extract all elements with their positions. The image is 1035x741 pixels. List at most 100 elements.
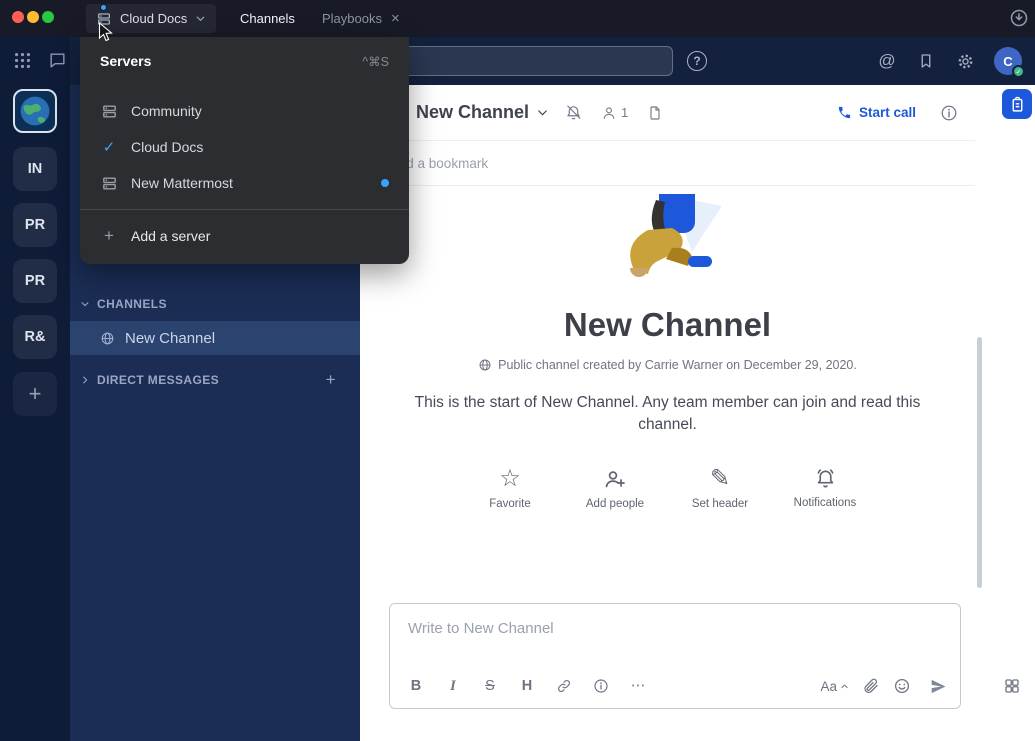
notifications-label: Notifications bbox=[794, 497, 857, 509]
attachment-paperclip-icon[interactable] bbox=[862, 677, 880, 695]
message-input[interactable] bbox=[396, 610, 936, 647]
avatar-initial: C bbox=[1003, 54, 1012, 69]
help-icon[interactable]: ? bbox=[687, 51, 707, 71]
playbooks-app-icon[interactable] bbox=[1002, 89, 1032, 119]
main-content: New Channel 1 bbox=[360, 85, 975, 741]
server-menu-item-cloud-docs[interactable]: ✓ Cloud Docs bbox=[80, 129, 409, 165]
channel-files-icon[interactable] bbox=[647, 105, 663, 121]
server-menu-item-community[interactable]: Community bbox=[80, 93, 409, 129]
apps-bar bbox=[975, 85, 1035, 741]
link-icon[interactable] bbox=[550, 672, 578, 700]
menu-divider bbox=[80, 209, 409, 210]
italic-icon[interactable]: I bbox=[439, 672, 467, 700]
search-box[interactable] bbox=[378, 46, 673, 76]
channel-intro-description: This is the start of New Channel. Any te… bbox=[395, 392, 940, 437]
at-glyph: @ bbox=[878, 51, 895, 71]
add-people-label: Add people bbox=[586, 498, 644, 510]
team-button[interactable]: PR bbox=[13, 259, 57, 303]
user-avatar[interactable]: C ✓ bbox=[994, 47, 1022, 75]
minimize-window-button[interactable] bbox=[27, 11, 39, 23]
window-titlebar: Cloud Docs Channels Playbooks × bbox=[0, 0, 1035, 37]
server-unread-dot bbox=[100, 4, 107, 11]
sidebar-item-new-channel[interactable]: New Channel bbox=[70, 321, 360, 355]
notifications-button[interactable]: Notifications bbox=[773, 467, 878, 510]
team-sidebar-top-icons bbox=[13, 51, 67, 70]
dm-category-label: DIRECT MESSAGES bbox=[97, 373, 219, 387]
text-format-icon[interactable]: Aa bbox=[820, 679, 849, 694]
server-item-label: Community bbox=[131, 103, 202, 119]
tab-channels[interactable]: Channels bbox=[240, 0, 295, 37]
add-direct-message-button[interactable]: + bbox=[326, 370, 336, 390]
settings-gear-icon[interactable] bbox=[951, 47, 979, 75]
team-sidebar: IN PR PR R& + bbox=[0, 37, 70, 741]
chevron-down-icon bbox=[80, 299, 90, 309]
start-call-button[interactable]: Start call bbox=[837, 105, 916, 120]
channels-category-label: CHANNELS bbox=[97, 297, 167, 311]
mentions-icon[interactable]: @ bbox=[873, 47, 901, 75]
team-button-active[interactable] bbox=[13, 89, 57, 133]
channel-name-label: New Channel bbox=[125, 330, 215, 347]
team-button[interactable]: IN bbox=[13, 147, 57, 191]
close-tab-icon[interactable]: × bbox=[391, 11, 400, 26]
set-header-button[interactable]: ✎ Set header bbox=[668, 467, 773, 510]
bold-icon[interactable]: B bbox=[402, 672, 430, 700]
server-menu-item-new-mattermost[interactable]: New Mattermost bbox=[80, 165, 409, 201]
apps-grid-icon[interactable] bbox=[13, 51, 32, 70]
channel-intro: New Channel Public channel created by Ca… bbox=[360, 186, 975, 510]
star-icon: ☆ bbox=[499, 467, 521, 491]
saved-posts-icon[interactable] bbox=[912, 47, 940, 75]
info-circle-icon[interactable] bbox=[587, 672, 615, 700]
add-server-button[interactable]: + Add a server bbox=[80, 218, 409, 254]
team-button[interactable]: R& bbox=[13, 315, 57, 359]
channels-category-header[interactable]: CHANNELS bbox=[70, 289, 360, 319]
member-count: 1 bbox=[621, 105, 628, 120]
download-update-icon[interactable] bbox=[1009, 8, 1029, 31]
app-grid-icon[interactable] bbox=[1003, 677, 1021, 698]
mute-bell-icon[interactable] bbox=[565, 104, 582, 121]
heading-icon[interactable]: H bbox=[513, 672, 541, 700]
add-team-button[interactable]: + bbox=[13, 372, 57, 416]
channel-members-button[interactable]: 1 bbox=[601, 105, 628, 121]
team-button[interactable]: PR bbox=[13, 203, 57, 247]
channel-created-text: Public channel created by Carrie Warner … bbox=[498, 358, 857, 372]
direct-messages-category-header[interactable]: DIRECT MESSAGES + bbox=[70, 365, 360, 395]
server-menu-header: Servers ^⌘S bbox=[80, 37, 409, 79]
channel-title-menu[interactable]: New Channel bbox=[416, 102, 549, 123]
add-people-button[interactable]: Add people bbox=[563, 467, 668, 510]
server-item-label: New Mattermost bbox=[131, 175, 233, 191]
phone-icon bbox=[837, 105, 852, 120]
bookmark-bar[interactable]: + Add a bookmark bbox=[360, 142, 975, 186]
more-options-icon[interactable]: ⋯ bbox=[624, 672, 652, 700]
chevron-right-icon bbox=[80, 375, 90, 385]
tab-playbooks[interactable]: Playbooks × bbox=[322, 0, 400, 37]
plus-icon: + bbox=[29, 381, 42, 407]
channel-info-icon[interactable] bbox=[940, 104, 958, 122]
server-item-label: Cloud Docs bbox=[131, 139, 203, 155]
server-menu-shortcut: ^⌘S bbox=[362, 54, 389, 69]
chevron-down-icon bbox=[195, 13, 206, 24]
favorite-button[interactable]: ☆ Favorite bbox=[458, 467, 563, 510]
chat-bubble-icon[interactable] bbox=[48, 51, 67, 70]
check-icon: ✓ bbox=[100, 138, 118, 156]
tab-channels-label: Channels bbox=[240, 11, 295, 26]
server-icon bbox=[100, 175, 118, 192]
search-input[interactable] bbox=[379, 47, 672, 75]
close-window-button[interactable] bbox=[12, 11, 24, 23]
team-initials: PR bbox=[25, 217, 45, 233]
app-window: Cloud Docs Channels Playbooks × bbox=[0, 0, 1035, 741]
channel-intro-actions: ☆ Favorite Add people ✎ Set header bbox=[360, 467, 975, 510]
server-icon bbox=[100, 103, 118, 120]
emoji-icon[interactable] bbox=[893, 677, 911, 695]
person-plus-icon bbox=[603, 467, 627, 491]
channel-intro-title: New Channel bbox=[360, 306, 975, 344]
send-message-icon[interactable] bbox=[929, 677, 948, 696]
vertical-scrollbar[interactable] bbox=[977, 337, 982, 588]
composer-right-icons: Aa bbox=[820, 677, 948, 696]
message-composer: B I S H ⋯ Aa bbox=[389, 603, 961, 709]
globe-icon bbox=[100, 331, 115, 346]
chevron-down-icon bbox=[536, 106, 549, 119]
strikethrough-icon[interactable]: S bbox=[476, 672, 504, 700]
server-dropdown-label: Cloud Docs bbox=[120, 11, 187, 26]
fullscreen-window-button[interactable] bbox=[42, 11, 54, 23]
globe-icon bbox=[478, 358, 492, 372]
